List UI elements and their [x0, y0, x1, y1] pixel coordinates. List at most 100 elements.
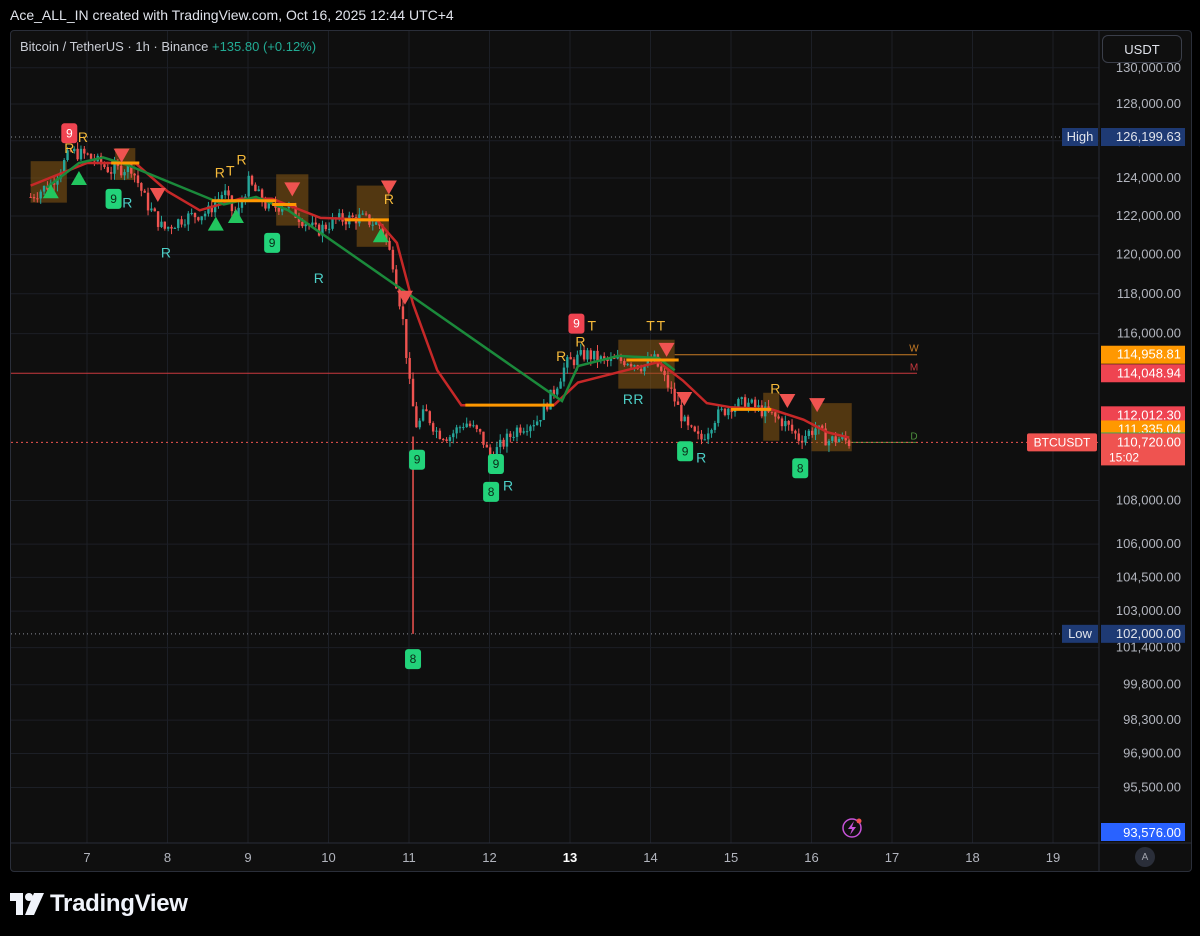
candle-body: [717, 409, 720, 423]
y-tick-label: 120,000.00: [1116, 247, 1181, 262]
candle-body: [170, 226, 173, 229]
candle-body: [589, 350, 592, 360]
candle-body: [777, 416, 780, 419]
signal-letter: T: [646, 318, 655, 334]
candle-body: [814, 428, 817, 435]
signal-count: 9: [573, 317, 580, 331]
candle-body: [633, 365, 636, 367]
candle-body: [529, 426, 532, 432]
candle-body: [62, 160, 66, 173]
x-tick-label: 15: [724, 850, 738, 865]
candle-body: [76, 148, 79, 160]
price-tag-value: 114,958.81: [1117, 347, 1181, 362]
signal-letter: R: [770, 381, 780, 397]
candle-body: [220, 195, 224, 199]
attribution-text: Ace_ALL_IN created with TradingView.com,…: [10, 7, 454, 23]
x-tick-label: 11: [402, 850, 416, 865]
candle-body: [582, 350, 586, 360]
supply-zone: [276, 174, 309, 226]
symbol-title: Bitcoin / TetherUS · 1h · Binance: [20, 39, 209, 54]
x-tick-label: 19: [1046, 850, 1060, 865]
candle-body: [723, 408, 727, 416]
candle-body: [807, 430, 811, 437]
candle-body: [512, 436, 515, 438]
chart-frame[interactable]: 130,000.00128,000.00126,000.00124,000.00…: [10, 30, 1192, 872]
candle-body: [837, 438, 841, 443]
candle-body: [146, 192, 150, 211]
candle-body: [539, 420, 542, 422]
candle-body: [247, 175, 250, 197]
candle-body: [680, 404, 683, 422]
candle-body: [153, 208, 156, 212]
y-tick-label: 118,000.00: [1117, 286, 1181, 301]
price-chart[interactable]: 130,000.00128,000.00126,000.00124,000.00…: [11, 31, 1191, 871]
candle-body: [39, 191, 42, 199]
candle-body: [576, 354, 579, 366]
candle-body: [784, 421, 787, 427]
candle-body: [572, 359, 576, 366]
candle-body: [475, 425, 478, 430]
candle-body: [559, 381, 562, 389]
candle-body: [150, 208, 153, 211]
candle-body: [499, 439, 502, 448]
tradingview-brand: TradingView: [50, 890, 188, 917]
scale-bottom-value: 93,576.00: [1123, 825, 1181, 840]
y-tick-label: 128,000.00: [1116, 96, 1181, 111]
candle-body: [619, 356, 623, 361]
candle-body: [696, 431, 700, 434]
candle-body: [690, 425, 693, 427]
signal-count: 8: [488, 485, 495, 499]
x-tick-label: 10: [321, 850, 335, 865]
candle-body: [482, 431, 485, 445]
auto-scale-button[interactable]: A: [1135, 847, 1155, 867]
candle-body: [405, 319, 408, 359]
candle-body: [787, 421, 790, 425]
signal-letter: T: [587, 318, 596, 334]
candle-body: [408, 358, 411, 379]
candle-body: [86, 153, 89, 155]
signal-letter: R: [623, 391, 633, 407]
candle-body: [569, 357, 572, 360]
y-tick-label: 98,300.00: [1123, 712, 1181, 727]
candle-body: [847, 440, 851, 447]
signal-letter: R: [575, 334, 585, 350]
symbol-legend[interactable]: Bitcoin / TetherUS · 1h · Binance +135.8…: [20, 39, 316, 54]
candle-body: [670, 387, 673, 389]
candle-body: [203, 213, 207, 217]
candle-body: [804, 436, 807, 443]
candle-body: [173, 227, 177, 229]
currency-button[interactable]: USDT: [1102, 35, 1182, 63]
candle-body: [710, 429, 713, 434]
candle-body: [227, 190, 230, 196]
candle-body: [693, 426, 696, 432]
x-tick-label: 14: [643, 850, 657, 865]
candle-body: [462, 427, 465, 429]
candle-body: [455, 427, 458, 434]
candle-body: [109, 172, 113, 174]
candle-body: [401, 306, 405, 320]
x-tick-label: 9: [244, 850, 251, 865]
candle-body: [673, 388, 676, 402]
candle-body: [757, 405, 760, 408]
signal-count: 9: [682, 444, 689, 458]
candle-body: [435, 430, 438, 432]
candle-body: [304, 224, 307, 227]
candle-body: [187, 213, 190, 225]
candle-body: [327, 228, 331, 230]
candle-body: [676, 401, 680, 405]
candle-body: [79, 148, 83, 160]
candle-body: [623, 360, 626, 366]
candle-body: [515, 427, 519, 437]
sell-triangle-icon: [149, 188, 166, 203]
x-tick-label: 16: [804, 850, 818, 865]
signal-letter: R: [556, 348, 566, 364]
candle-body: [374, 222, 378, 225]
candle-body: [431, 423, 435, 432]
candle-body: [180, 219, 183, 225]
candle-body: [626, 364, 629, 366]
candle-body: [143, 190, 146, 193]
candle-body: [562, 367, 566, 382]
candle-body: [250, 175, 254, 185]
candle-body: [519, 427, 522, 433]
signal-letter: R: [314, 270, 324, 286]
